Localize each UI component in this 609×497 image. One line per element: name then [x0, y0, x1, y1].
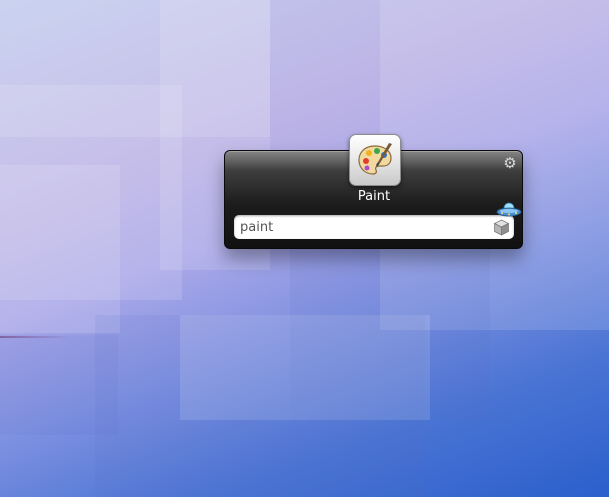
search-box [234, 215, 514, 239]
paint-palette-icon [358, 143, 392, 175]
background-pane [180, 315, 430, 420]
app-result-tile[interactable] [349, 134, 401, 186]
app-result-name: Paint [357, 189, 391, 204]
cube-icon[interactable] [493, 219, 510, 236]
gear-icon[interactable]: ⚙ [503, 156, 517, 171]
search-input[interactable] [240, 218, 480, 236]
background-pane [0, 335, 118, 435]
ufo-icon[interactable] [496, 201, 522, 221]
background-pane [0, 165, 120, 333]
background-streak [0, 336, 70, 338]
